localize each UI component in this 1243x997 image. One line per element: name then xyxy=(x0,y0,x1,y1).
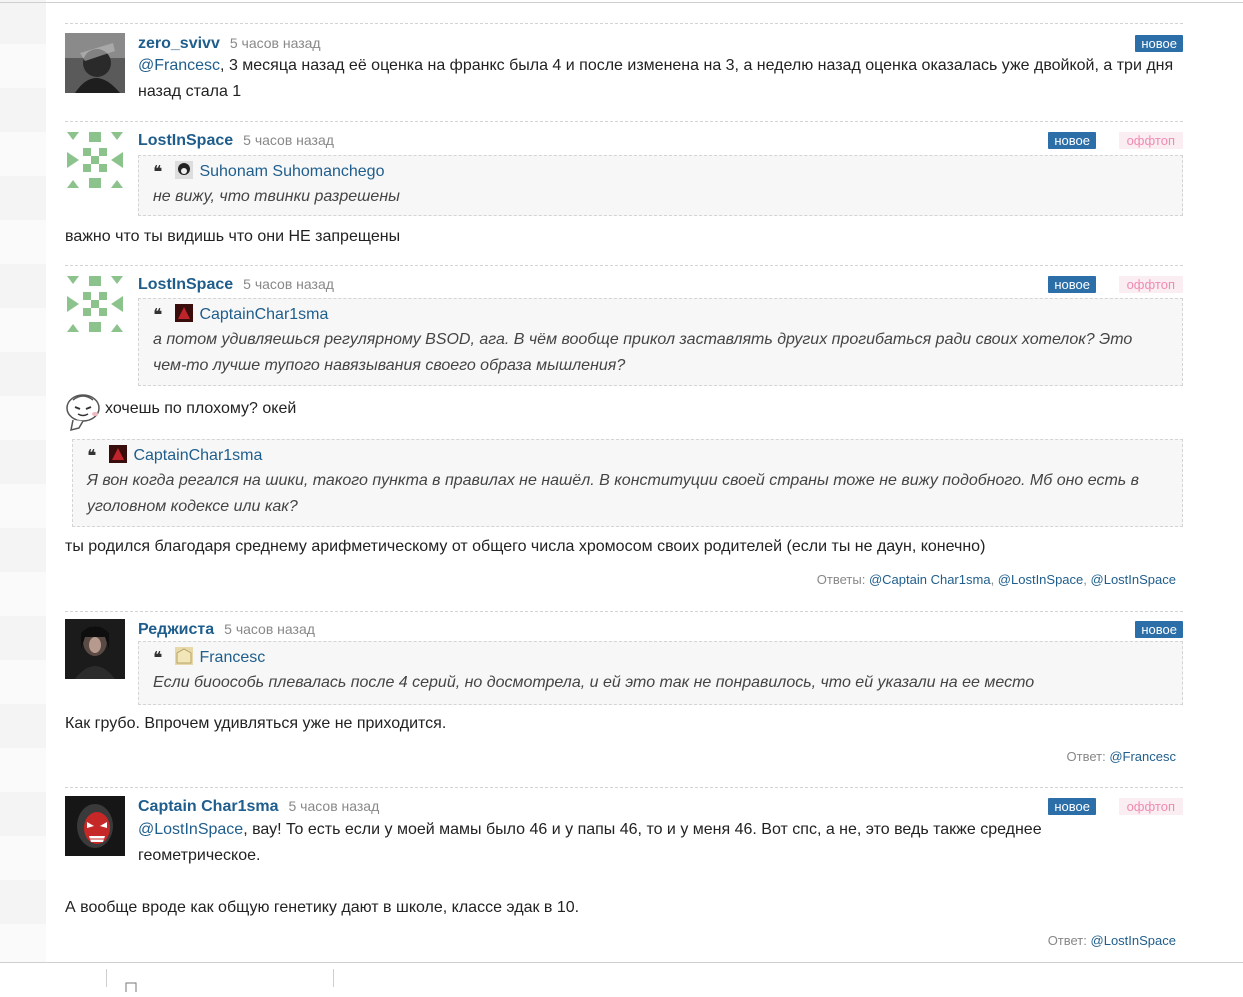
quote-header: ❛❛ CaptainChar1sma xyxy=(87,444,1168,468)
author-name[interactable]: LostInSpace xyxy=(138,132,233,149)
left-margin-decoration xyxy=(0,0,46,970)
quote-icon: ❛❛ xyxy=(153,648,162,668)
reply-link[interactable]: @LostInSpace xyxy=(998,572,1083,587)
comment-meta: LostInSpace 5 часов назад xyxy=(138,130,334,150)
offtopic-badge: оффтоп xyxy=(1118,798,1183,815)
quote-author-avatar xyxy=(175,304,194,323)
comment-text: ты родился благодаря среднему арифметиче… xyxy=(65,538,986,555)
mention-link[interactable]: @LostInSpace xyxy=(138,821,243,838)
quote-text: а потом удивляешься регулярному BSOD, аг… xyxy=(153,331,1133,374)
comment-separator xyxy=(65,23,1183,24)
quote-author-avatar xyxy=(109,445,128,464)
comment: Реджиста 5 часов назад новое ❛❛ Francesc … xyxy=(65,619,1183,769)
reply-link[interactable]: @LostInSpace xyxy=(1091,572,1176,587)
comment-time[interactable]: 5 часов назад xyxy=(230,35,321,51)
avatar[interactable] xyxy=(65,619,125,679)
comment-text: Как грубо. Впрочем удивляться уже не при… xyxy=(65,715,447,732)
offtopic-badge: оффтоп xyxy=(1118,276,1183,293)
quote-header: ❛❛ Suhonam Suhomanchego xyxy=(153,160,1168,184)
comment-meta: zero_svivv 5 часов назад xyxy=(138,33,321,53)
quote-author-link[interactable]: Francesc xyxy=(199,649,265,666)
comment: zero_svivv 5 часов назад новое @Francesc,… xyxy=(65,33,1183,103)
comment-time[interactable]: 5 часов назад xyxy=(289,798,380,814)
toolbar-divider xyxy=(333,969,334,987)
reply-link[interactable]: @Francesc xyxy=(1109,749,1176,764)
avatar[interactable] xyxy=(65,130,125,190)
quote-block: ❛❛ CaptainChar1sma Я вон когда регался н… xyxy=(72,439,1183,527)
quote-author-link[interactable]: CaptainChar1sma xyxy=(199,306,328,323)
author-name[interactable]: zero_svivv xyxy=(138,35,220,52)
new-badge: новое xyxy=(1048,798,1096,815)
quote-block: ❛❛ Suhonam Suhomanchego не вижу, что тви… xyxy=(138,155,1183,216)
offtopic-badge: оффтоп xyxy=(1118,132,1183,149)
quote-author-avatar xyxy=(175,647,194,666)
top-divider xyxy=(0,2,1243,3)
reply-link[interactable]: @Captain Char1sma xyxy=(869,572,991,587)
smiley-icon xyxy=(65,390,103,437)
comment-text: А вообще вроде как общую генетику дают в… xyxy=(65,899,580,916)
quote-author-link[interactable]: CaptainChar1sma xyxy=(133,447,262,464)
comment-separator xyxy=(65,611,1183,612)
quote-text: Если биоособь плевалась после 4 серий, н… xyxy=(153,674,1035,691)
comment-text: хочешь по плохому? окей xyxy=(105,400,297,417)
toolbar-divider xyxy=(106,969,107,987)
quote-text: Я вон когда регался на шики, такого пунк… xyxy=(87,472,1139,515)
comment-time[interactable]: 5 часов назад xyxy=(224,621,315,637)
comment: LostInSpace 5 часов назад новое оффтоп ❛❛… xyxy=(65,274,1183,594)
quote-author-avatar xyxy=(175,161,194,180)
quote-icon: ❛❛ xyxy=(153,162,162,182)
quote-block: ❛❛ CaptainChar1sma а потом удивляешься р… xyxy=(138,298,1183,386)
quote-icon: ❛❛ xyxy=(153,305,162,325)
comment: LostInSpace 5 часов назад новое оффтоп ❛❛… xyxy=(65,130,1183,250)
author-name[interactable]: LostInSpace xyxy=(138,276,233,293)
bottom-toolbar xyxy=(0,962,1243,996)
comment-text: @Francesc, 3 месяца назад её оценка на ф… xyxy=(138,57,1174,100)
comment-meta: Реджиста 5 часов назад xyxy=(138,619,315,639)
replies-line: Ответ: @Francesc xyxy=(1067,749,1177,764)
quote-author-link[interactable]: Suhonam Suhomanchego xyxy=(199,163,384,180)
avatar[interactable] xyxy=(65,33,125,93)
document-icon[interactable] xyxy=(125,979,137,997)
comment: Captain Char1sma 5 часов назад новое оффт… xyxy=(65,796,1183,956)
comment-separator xyxy=(65,787,1183,788)
comment-time[interactable]: 5 часов назад xyxy=(243,276,334,292)
comment-separator xyxy=(65,265,1183,266)
comment-text: @LostInSpace, вау! То есть если у моей м… xyxy=(138,821,1042,864)
quote-header: ❛❛ Francesc xyxy=(153,646,1168,670)
replies-label: Ответ: xyxy=(1066,749,1106,764)
comment-separator xyxy=(65,121,1183,122)
new-badge: новое xyxy=(1135,35,1183,52)
quote-icon: ❛❛ xyxy=(87,446,96,466)
replies-line: Ответы: @Captain Char1sma, @LostInSpace,… xyxy=(816,572,1176,587)
quote-header: ❛❛ CaptainChar1sma xyxy=(153,303,1168,327)
new-badge: новое xyxy=(1048,276,1096,293)
new-badge: новое xyxy=(1135,621,1183,638)
new-badge: новое xyxy=(1048,132,1096,149)
comment-meta: LostInSpace 5 часов назад xyxy=(138,274,334,294)
mention-link[interactable]: @Francesc xyxy=(138,57,220,74)
comment-time[interactable]: 5 часов назад xyxy=(243,132,334,148)
replies-label: Ответы: xyxy=(816,572,866,587)
avatar[interactable] xyxy=(65,274,125,334)
author-name[interactable]: Реджиста xyxy=(138,621,214,638)
quote-text: не вижу, что твинки разрешены xyxy=(153,188,400,205)
replies-line: Ответ: @LostInSpace xyxy=(1048,933,1176,948)
quote-block: ❛❛ Francesc Если биоособь плевалась посл… xyxy=(138,641,1183,705)
reply-link[interactable]: @LostInSpace xyxy=(1091,933,1176,948)
comment-text: важно что ты видишь что они НЕ запрещены xyxy=(65,228,401,245)
author-name[interactable]: Captain Char1sma xyxy=(138,798,279,815)
smiley-line: хочешь по плохому? окей xyxy=(65,390,1165,432)
replies-label: Ответ: xyxy=(1047,933,1087,948)
comment-meta: Captain Char1sma 5 часов назад xyxy=(138,796,379,816)
avatar[interactable] xyxy=(65,796,125,856)
